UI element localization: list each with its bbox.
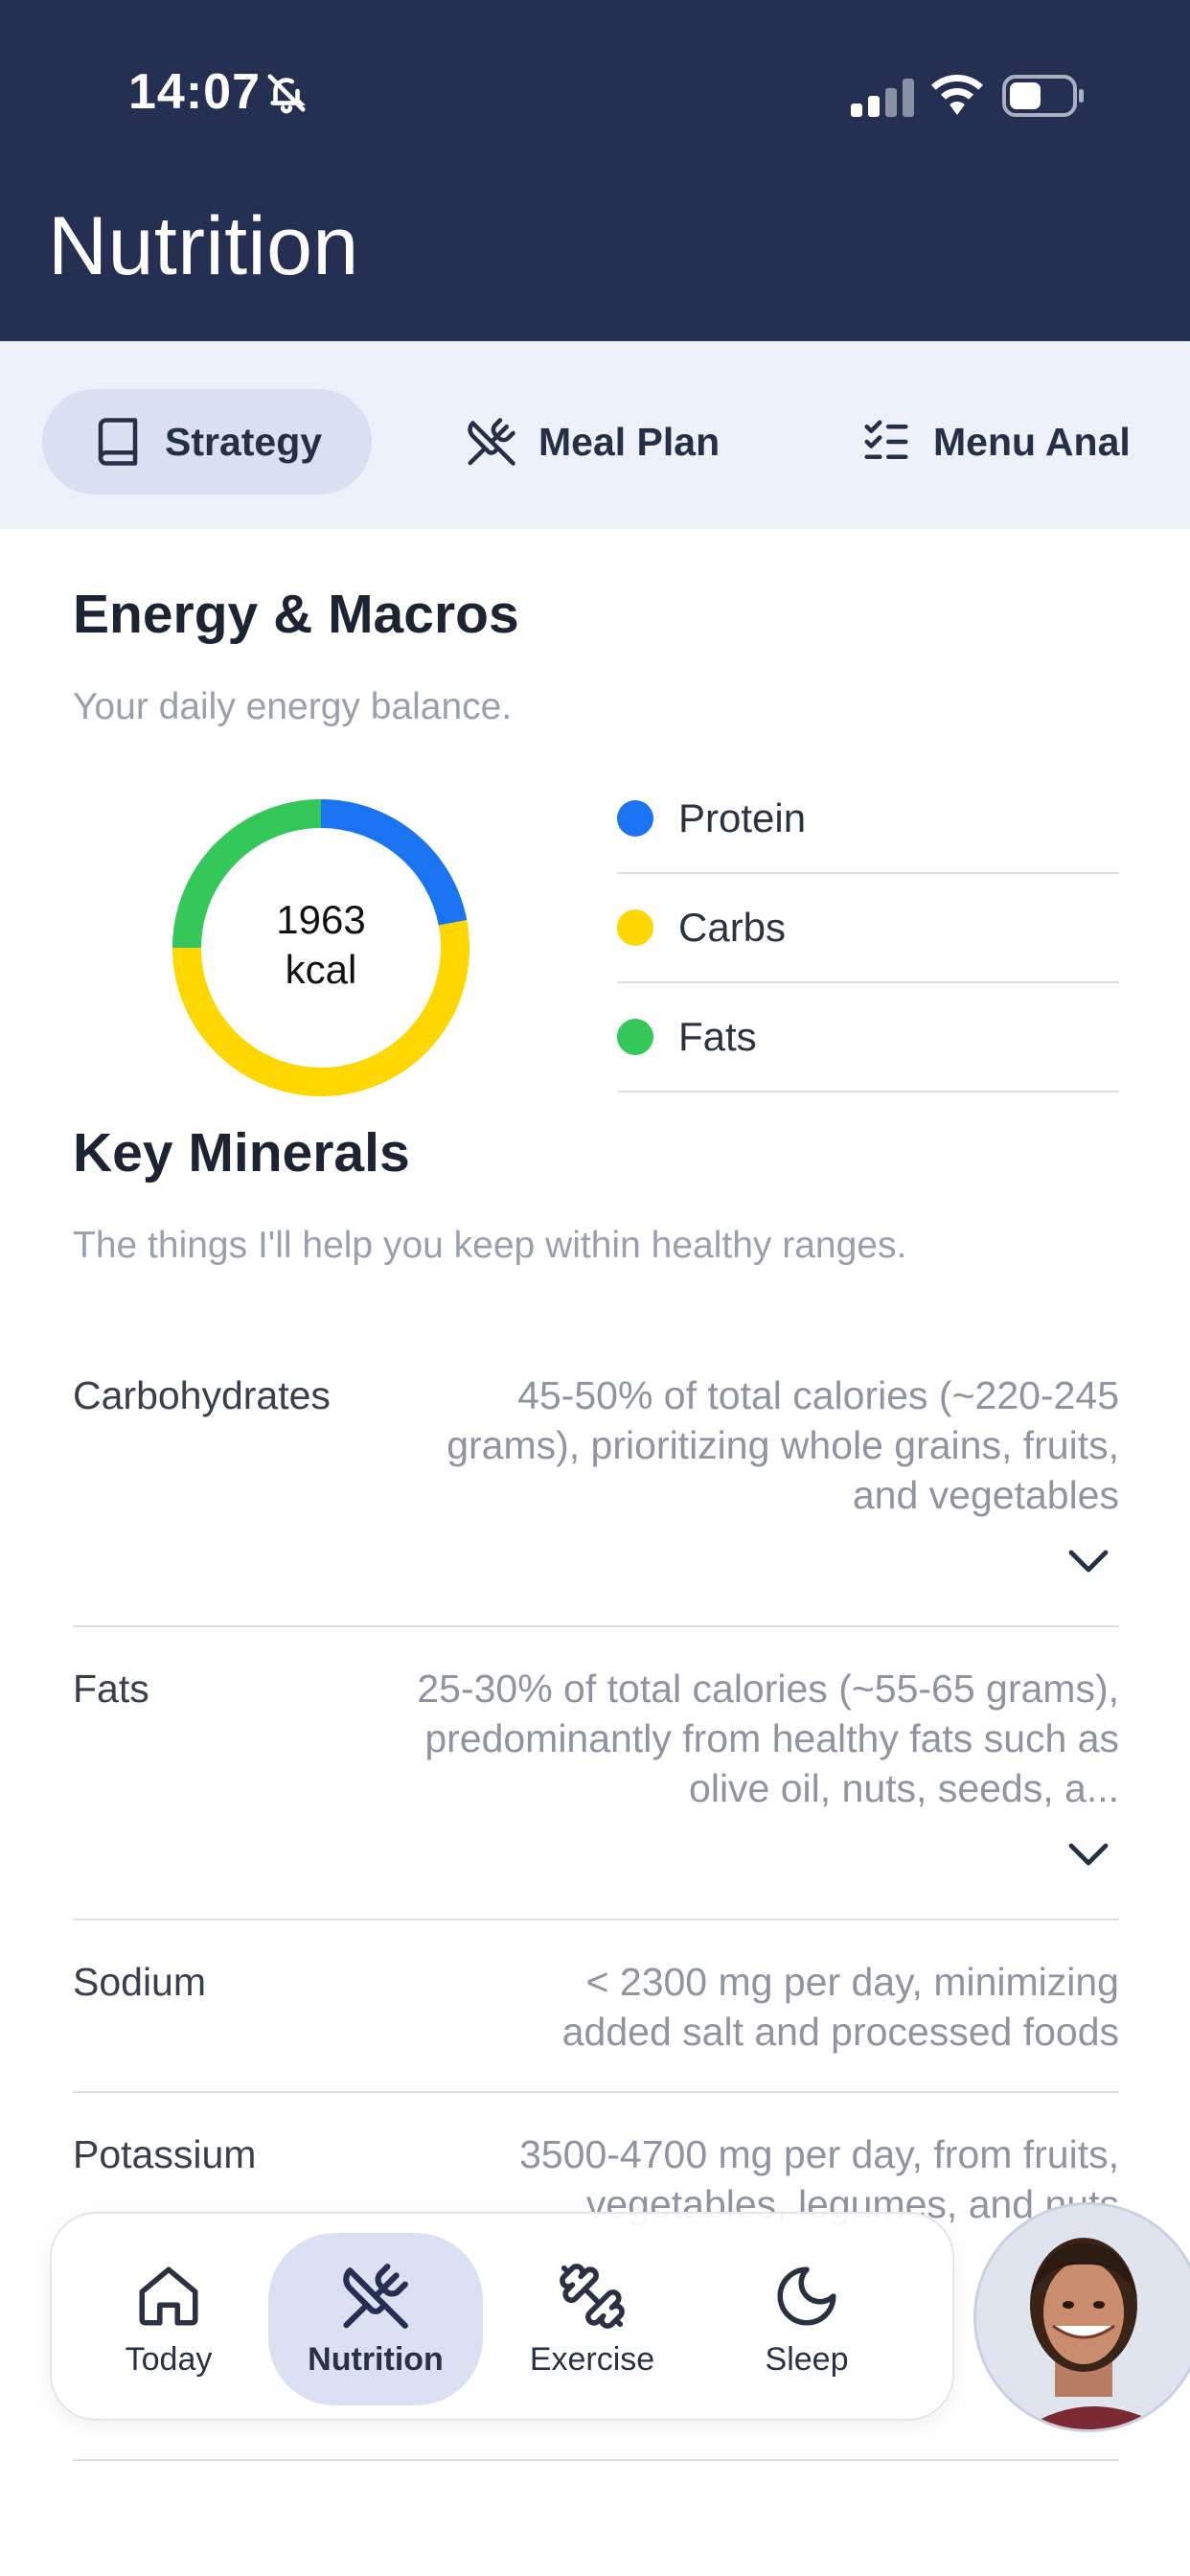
- nav-exercise-label: Exercise: [529, 2340, 655, 2378]
- calories-unit: kcal: [285, 947, 357, 992]
- mineral-description: < 2300 mg per day, minimizing added salt…: [561, 1960, 1119, 2054]
- mineral-row-sodium[interactable]: Sodium < 2300 mg per day, minimizing add…: [73, 1957, 1119, 2093]
- mineral-name: Potassium: [73, 2132, 257, 2176]
- mineral-row-fats[interactable]: Fats 25-30% of total calories (~55-65 gr…: [73, 1664, 1119, 1920]
- mineral-name: Carbohydrates: [73, 1373, 331, 1417]
- nav-exercise[interactable]: Exercise: [485, 2233, 699, 2405]
- nav-nutrition-label: Nutrition: [308, 2340, 444, 2378]
- chevron-down-icon[interactable]: [1067, 1842, 1110, 1869]
- carbs-dot: [617, 909, 653, 946]
- page-title: Nutrition: [48, 200, 359, 292]
- list-checks-icon: [864, 420, 908, 459]
- status-time: 14:07: [128, 64, 261, 120]
- home-icon: [139, 2266, 198, 2326]
- mineral-name: Fats: [73, 1667, 149, 1711]
- app-header: 14:07 Nutrition: [0, 0, 1190, 341]
- mineral-name: Sodium: [73, 1960, 207, 2004]
- assistant-portrait-image: [976, 2205, 1190, 2429]
- bottom-nav: Today Nutrition Exercise Sleep: [50, 2212, 954, 2421]
- energy-section-title: Energy & Macros: [73, 584, 519, 645]
- calories-label: 1963 kcal: [171, 895, 471, 995]
- tab-meal-plan-label: Meal Plan: [538, 419, 721, 464]
- battery-icon: [1002, 75, 1084, 117]
- tab-menu-analysis-label: Menu Anal: [933, 419, 1131, 464]
- protein-dot: [617, 800, 653, 837]
- utensils-crossed-icon: [468, 418, 515, 466]
- nav-nutrition[interactable]: Nutrition: [268, 2233, 483, 2405]
- utensils-crossed-icon: [343, 2263, 408, 2329]
- mineral-description: 45-50% of total calories (~220-245 grams…: [446, 1373, 1119, 1517]
- legend-protein-label: Protein: [678, 795, 807, 840]
- legend-protein: Protein: [617, 765, 1119, 874]
- minerals-section-title: Key Minerals: [73, 1122, 410, 1184]
- book-icon: [98, 418, 138, 466]
- legend-fats: Fats: [617, 983, 1119, 1092]
- tab-meal-plan[interactable]: Meal Plan: [466, 389, 720, 494]
- tab-strategy-label: Strategy: [165, 419, 323, 464]
- mineral-description: 25-30% of total calories (~55-65 grams),…: [417, 1667, 1119, 1810]
- nav-today[interactable]: Today: [61, 2233, 276, 2405]
- tab-bar: Strategy Meal Plan Menu Anal: [0, 341, 1190, 529]
- fats-dot: [617, 1019, 653, 1055]
- energy-section-subtitle: Your daily energy balance.: [73, 686, 513, 727]
- tab-strategy[interactable]: Strategy: [42, 389, 373, 494]
- cellular-signal-icon: [851, 79, 914, 117]
- legend-carbs-label: Carbs: [678, 905, 787, 950]
- wifi-icon: [931, 75, 983, 115]
- nav-sleep[interactable]: Sleep: [699, 2233, 914, 2405]
- mineral-row-carbohydrates[interactable]: Carbohydrates 45-50% of total calories (…: [73, 1370, 1119, 1627]
- tab-menu-analysis[interactable]: Menu Anal: [860, 389, 1131, 494]
- legend-fats-label: Fats: [678, 1014, 757, 1059]
- chevron-down-icon[interactable]: [1067, 1549, 1110, 1576]
- nav-today-label: Today: [125, 2340, 213, 2378]
- moon-icon: [777, 2266, 836, 2326]
- calories-value: 1963: [276, 897, 366, 942]
- bell-muted-icon: [267, 74, 306, 114]
- minerals-section-subtitle: The things I'll help you keep within hea…: [73, 1225, 907, 1266]
- assistant-avatar[interactable]: [973, 2202, 1190, 2432]
- legend-carbs: Carbs: [617, 874, 1119, 983]
- dumbbell-icon: [560, 2263, 625, 2329]
- nav-sleep-label: Sleep: [765, 2340, 849, 2378]
